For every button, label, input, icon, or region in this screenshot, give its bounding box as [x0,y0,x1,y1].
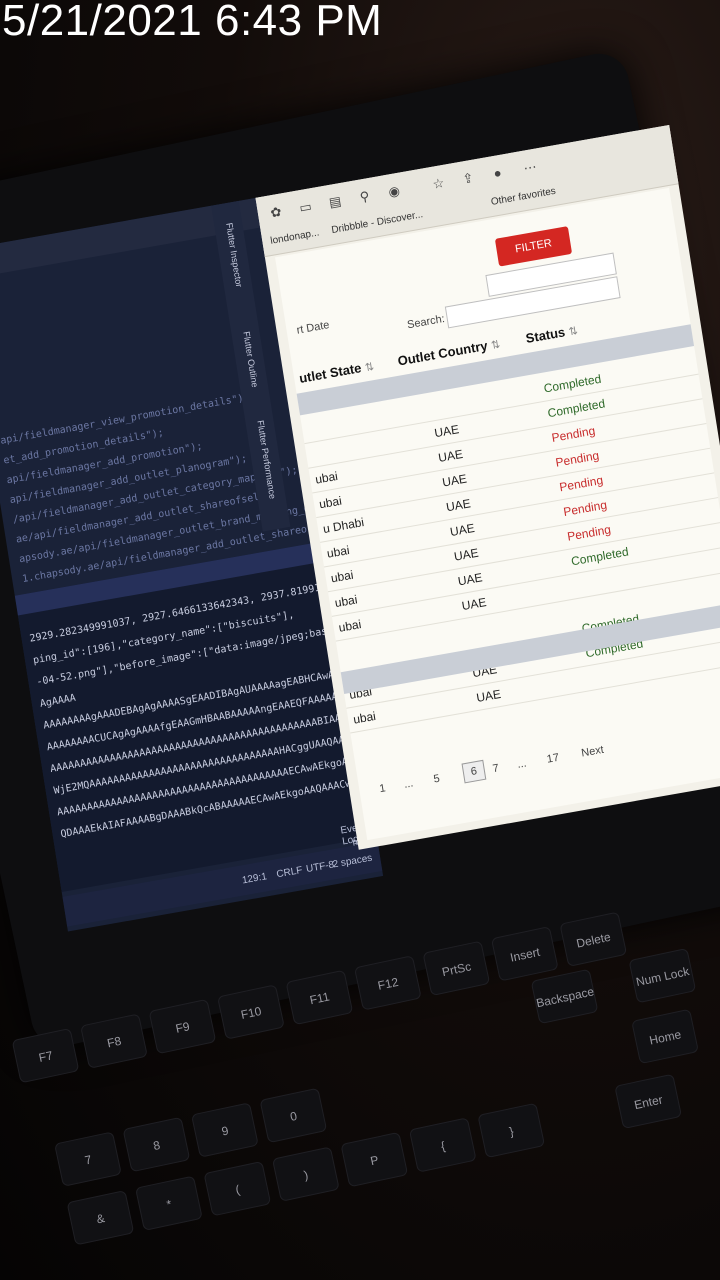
keyboard-key[interactable]: ( [203,1160,272,1217]
keyboard-key[interactable]: F7 [11,1027,80,1084]
photo-timestamp: 5/21/2021 6:43 PM [2,0,383,45]
indent-setting[interactable]: 2 spaces [332,853,373,871]
cell-outlet-state: ubai [352,708,377,727]
outlet-report-page: FILTER rt Date Search: utlet State ⇅ Out… [275,187,720,841]
cell-outlet-country: UAE [452,545,480,564]
console-line: AgAAAA [39,692,77,710]
edge-icon[interactable]: ◉ [385,182,403,201]
pagination-page[interactable]: 6 [461,759,487,784]
cell-outlet-country: UAE [445,496,472,515]
cell-status: Pending [562,497,608,520]
sort-icon: ⇅ [364,360,376,375]
keyboard-key[interactable]: & [66,1190,135,1246]
keyboard-key[interactable]: 8 [122,1116,191,1173]
cell-outlet-state: ubai [337,617,363,635]
keyboard-key[interactable]: P [340,1131,409,1188]
keyboard-key[interactable]: F10 [217,984,285,1040]
pagination-page[interactable]: 7 [492,762,500,775]
pagination-page[interactable]: 5 [433,773,441,786]
keyboard-key[interactable]: 9 [190,1102,259,1158]
line-ending[interactable]: CRLF [276,865,303,880]
favorite-dribbble[interactable]: Dribbble - Discover... [331,209,424,236]
extension-icon[interactable]: ✿ [267,203,285,222]
keyboard-key[interactable]: ) [271,1146,340,1202]
laptop-screen: api/fieldmanager_view_promotion_details"… [0,118,720,961]
cell-status: Pending [550,423,597,445]
cell-status: Completed [546,396,607,421]
cell-outlet-country: UAE [460,594,488,614]
pagination-page[interactable]: 1 [379,782,387,795]
cell-outlet-country: UAE [449,520,476,540]
sort-icon: ⇅ [490,338,502,353]
cell-outlet-country: UAE [475,686,502,705]
cell-status: Pending [554,448,601,470]
keyboard-key[interactable]: 0 [259,1087,328,1144]
favorites-star-icon[interactable]: ☆ [429,175,447,194]
share-icon[interactable]: ⇪ [459,169,477,188]
cell-outlet-state: ubai [318,493,343,512]
keyboard-key[interactable]: Delete [559,911,628,967]
keyboard-key[interactable]: * [134,1175,203,1231]
cell-outlet-state: ubai [329,567,355,586]
keyboard-key[interactable]: } [477,1102,546,1159]
tab-flutter-performance[interactable]: Flutter Performance [255,420,277,500]
cell-outlet-country: UAE [456,570,484,589]
pagination-page[interactable]: 17 [546,752,560,766]
keyboard-key[interactable]: Enter [614,1073,683,1130]
cell-outlet-country: UAE [441,471,468,490]
pagination-ellipsis: ... [516,757,528,771]
cursor-position[interactable]: 129:1 [241,871,267,886]
keyboard-key[interactable]: Home [631,1008,699,1065]
search-label: Search: [406,312,446,332]
cell-outlet-state: ubai [333,592,359,611]
keyboard-key[interactable]: Num Lock [628,947,697,1004]
profile-avatar-icon[interactable]: ● [489,164,507,183]
keyboard-key[interactable]: F8 [80,1013,148,1069]
keyboard-key[interactable]: Backspace [530,968,599,1025]
pagination-ellipsis: ... [403,777,415,791]
search-icon[interactable]: ⚲ [356,188,374,207]
cast-icon[interactable]: ▭ [296,198,314,217]
cell-status: Completed [570,544,630,569]
cell-outlet-state: ubai [325,542,351,561]
start-date-label: rt Date [295,319,331,337]
keyboard-key[interactable]: 7 [54,1131,122,1187]
tab-flutter-outline[interactable]: Flutter Outline [241,331,260,389]
filter-button[interactable]: FILTER [494,226,573,267]
keyboard-key[interactable]: F12 [353,955,422,1011]
pagination: 1... 5 6 7... 17 Next [358,711,720,810]
cell-outlet-state: u Dhabi [322,515,365,537]
clipboard-icon[interactable]: ▤ [326,193,344,212]
keyboard-key[interactable]: Insert [490,926,559,982]
cell-outlet-country: UAE [433,422,460,441]
cell-status: Completed [542,371,603,396]
sort-icon: ⇅ [567,324,579,339]
keyboard-key[interactable]: { [408,1117,477,1173]
favorite-londonap[interactable]: londonap... [270,227,320,246]
cell-status: Pending [558,472,605,495]
cell-outlet-country: UAE [437,446,464,465]
keyboard-key[interactable]: F11 [285,969,354,1026]
keyboard-key[interactable]: F9 [148,998,217,1055]
tab-flutter-inspector[interactable]: Flutter Inspector [224,222,244,288]
pagination-next[interactable]: Next [581,744,605,760]
favorite-other-folder[interactable]: Other favorites [490,186,556,208]
file-encoding[interactable]: UTF-8 [305,859,335,875]
cell-status: Pending [566,522,612,544]
more-menu-icon[interactable]: ⋯ [521,158,539,177]
column-status[interactable]: Status ⇅ [525,322,579,346]
cell-outlet-state: ubai [314,468,339,487]
keyboard-key[interactable]: PrtSc [422,940,491,997]
